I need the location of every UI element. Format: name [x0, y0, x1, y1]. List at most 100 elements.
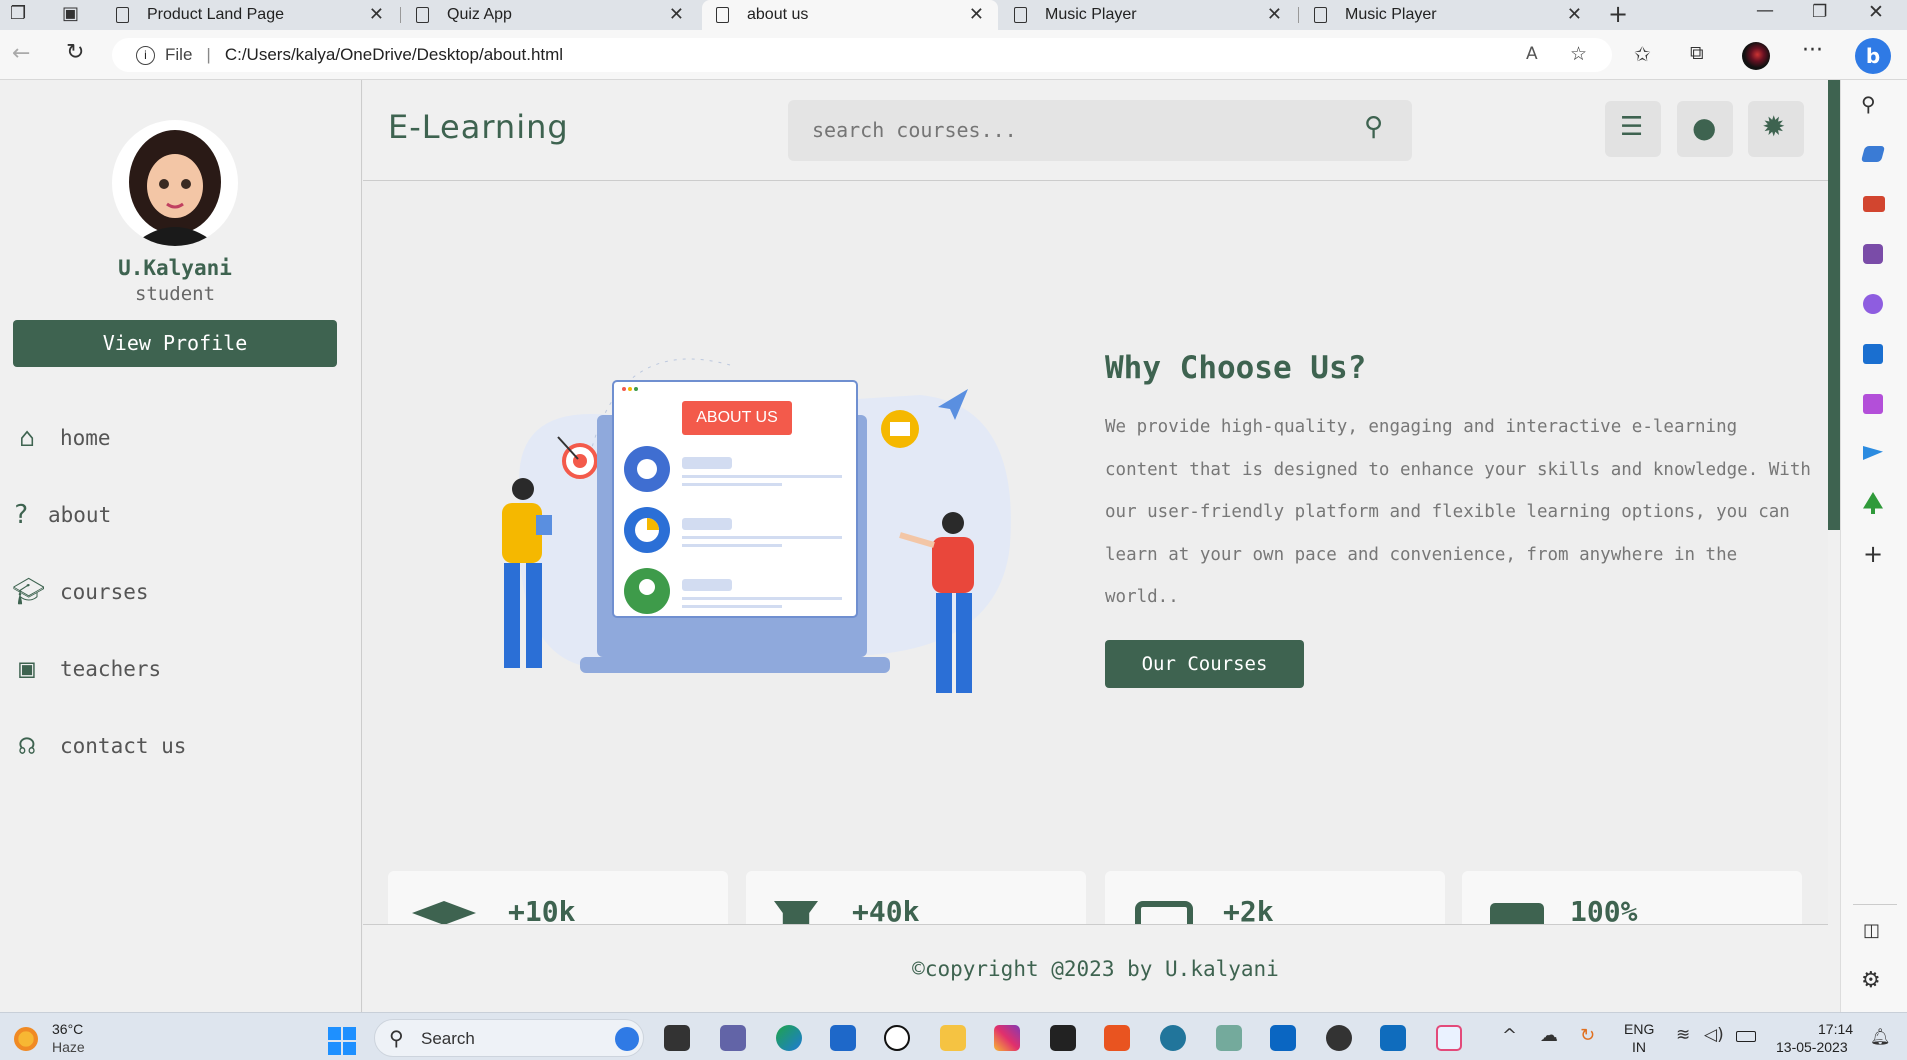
- task-view-icon[interactable]: [664, 1025, 690, 1051]
- windows-start-icon[interactable]: [328, 1027, 356, 1055]
- restore-icon[interactable]: ❐: [1812, 2, 1827, 22]
- menu-button[interactable]: ☰: [1605, 101, 1661, 157]
- favorite-add-icon[interactable]: ☆: [1570, 43, 1587, 65]
- minimize-icon[interactable]: —: [1756, 0, 1774, 21]
- sidebar-item-courses[interactable]: 🎓︎ courses: [12, 577, 149, 607]
- close-icon[interactable]: ✕: [1567, 4, 1582, 25]
- search-input[interactable]: [812, 114, 1332, 146]
- file-explorer-icon[interactable]: [940, 1025, 966, 1051]
- site-logo[interactable]: E-Learning: [388, 108, 569, 146]
- language-label[interactable]: ENG: [1624, 1021, 1654, 1037]
- edge-icon[interactable]: [776, 1025, 802, 1051]
- volume-icon[interactable]: ◁): [1704, 1025, 1724, 1045]
- new-tab-icon[interactable]: +: [1608, 0, 1628, 28]
- taskbar-search[interactable]: ⚲ Search: [374, 1019, 644, 1057]
- page-scrollbar[interactable]: [1828, 80, 1840, 1012]
- view-profile-button[interactable]: View Profile: [13, 320, 337, 367]
- search-icon[interactable]: ⚲: [1861, 92, 1876, 116]
- chatgpt-icon[interactable]: [1216, 1025, 1242, 1051]
- back-icon[interactable]: ←: [12, 41, 30, 66]
- tab-label: about us: [747, 6, 809, 23]
- shopping-icon[interactable]: [1860, 146, 1886, 162]
- tab-about-us[interactable]: about us ✕: [702, 0, 998, 30]
- bing-icon: [615, 1027, 639, 1051]
- dell-icon[interactable]: [884, 1025, 910, 1051]
- onedrive-icon[interactable]: ☁: [1540, 1025, 1558, 1046]
- hide-sidebar-icon[interactable]: ◫: [1863, 920, 1880, 941]
- sidebar-item-contact[interactable]: ☊ contact us: [12, 731, 186, 761]
- tab-music-player-2[interactable]: Music Player ✕: [1300, 0, 1596, 30]
- more-options-icon[interactable]: ···: [1802, 38, 1823, 63]
- settings-icon[interactable]: ⚙: [1861, 968, 1881, 993]
- teams-icon[interactable]: [720, 1025, 746, 1051]
- close-window-icon[interactable]: ✕: [1868, 1, 1884, 23]
- browser-tab-bar: ❐ ▣ Product Land Page ✕ Quiz App ✕ about…: [0, 0, 1907, 30]
- instagram-icon[interactable]: [994, 1025, 1020, 1051]
- user-button[interactable]: ●: [1677, 101, 1733, 157]
- tab-music-player[interactable]: Music Player ✕: [1000, 0, 1296, 30]
- chevron-up-icon[interactable]: ^: [1502, 1025, 1517, 1046]
- search-label: Search: [421, 1029, 475, 1048]
- tree-icon[interactable]: [1863, 492, 1883, 514]
- info-icon[interactable]: i: [136, 45, 155, 65]
- outlook-icon[interactable]: [1863, 344, 1883, 364]
- region-label[interactable]: IN: [1632, 1039, 1646, 1055]
- snipping-tool-icon[interactable]: [1436, 1025, 1462, 1051]
- send-icon[interactable]: [1863, 446, 1883, 460]
- bing-chat-icon[interactable]: b: [1855, 38, 1891, 74]
- wifi-icon[interactable]: ≋: [1676, 1025, 1690, 1045]
- notification-icon[interactable]: 🔔︎: [1870, 1027, 1890, 1046]
- scrollbar-thumb[interactable]: [1828, 80, 1840, 530]
- battery-icon[interactable]: [1736, 1031, 1756, 1042]
- sidebar-item-about[interactable]: ? about: [12, 500, 111, 530]
- stat-card-students: +10k: [388, 871, 728, 931]
- sync-icon[interactable]: ↻: [1580, 1025, 1595, 1046]
- github-icon[interactable]: [1326, 1025, 1352, 1051]
- designer-icon[interactable]: [1863, 394, 1883, 414]
- sidebar-item-label: contact us: [60, 734, 187, 758]
- sidebar-item-home[interactable]: ⌂ home: [12, 423, 110, 453]
- close-icon[interactable]: ✕: [1267, 4, 1282, 25]
- profile-avatar[interactable]: [1742, 42, 1770, 70]
- mail-icon[interactable]: [1380, 1025, 1406, 1051]
- sidebar: U.Kalyani student View Profile ⌂ home ? …: [0, 80, 362, 1012]
- tab-quiz-app[interactable]: Quiz App ✕: [402, 0, 698, 30]
- page-icon: [416, 7, 429, 23]
- add-icon[interactable]: +: [1863, 540, 1883, 568]
- store-icon[interactable]: [830, 1025, 856, 1051]
- page-icon: [1314, 7, 1327, 23]
- avatar: [112, 120, 238, 246]
- page-icon: [1014, 7, 1027, 23]
- read-aloud-icon[interactable]: A: [1526, 44, 1538, 64]
- tab-label: Quiz App: [447, 6, 512, 23]
- tab-actions-icon[interactable]: ▣: [62, 3, 79, 24]
- wordpress-icon[interactable]: [1160, 1025, 1186, 1051]
- games-icon[interactable]: [1863, 244, 1883, 264]
- close-icon[interactable]: ✕: [969, 4, 984, 25]
- stat-card-graduates: +40k: [746, 871, 1086, 931]
- close-icon[interactable]: ✕: [669, 4, 684, 25]
- weather-icon[interactable]: [14, 1027, 38, 1051]
- clock-date[interactable]: 13-05-2023: [1776, 1039, 1848, 1055]
- theme-toggle-button[interactable]: ✹: [1748, 101, 1804, 157]
- search-icon[interactable]: ⚲: [1364, 112, 1383, 142]
- tab-label: Music Player: [1345, 6, 1437, 23]
- tab-product-land-page[interactable]: Product Land Page ✕: [102, 0, 398, 30]
- collections-icon[interactable]: ⧉: [1690, 42, 1704, 64]
- ubuntu-icon[interactable]: [1104, 1025, 1130, 1051]
- close-icon[interactable]: ✕: [369, 4, 384, 25]
- terminal-icon[interactable]: [1050, 1025, 1076, 1051]
- about-badge: ABOUT US: [696, 409, 778, 426]
- workspaces-icon[interactable]: ❐: [10, 3, 26, 24]
- refresh-icon[interactable]: ↻: [66, 40, 84, 65]
- tools-icon[interactable]: [1863, 196, 1885, 212]
- linkedin-icon[interactable]: [1270, 1025, 1296, 1051]
- favorites-icon[interactable]: ✩: [1634, 42, 1651, 66]
- office-icon[interactable]: [1863, 294, 1883, 314]
- weather-desc: Haze: [52, 1039, 85, 1055]
- menu-icon: ☰: [1620, 112, 1644, 142]
- address-input[interactable]: i File | C:/Users/kalya/OneDrive/Desktop…: [112, 38, 1612, 72]
- our-courses-button[interactable]: Our Courses: [1105, 640, 1304, 688]
- clock-time[interactable]: 17:14: [1818, 1021, 1853, 1037]
- sidebar-item-teachers[interactable]: ▣ teachers: [12, 654, 161, 684]
